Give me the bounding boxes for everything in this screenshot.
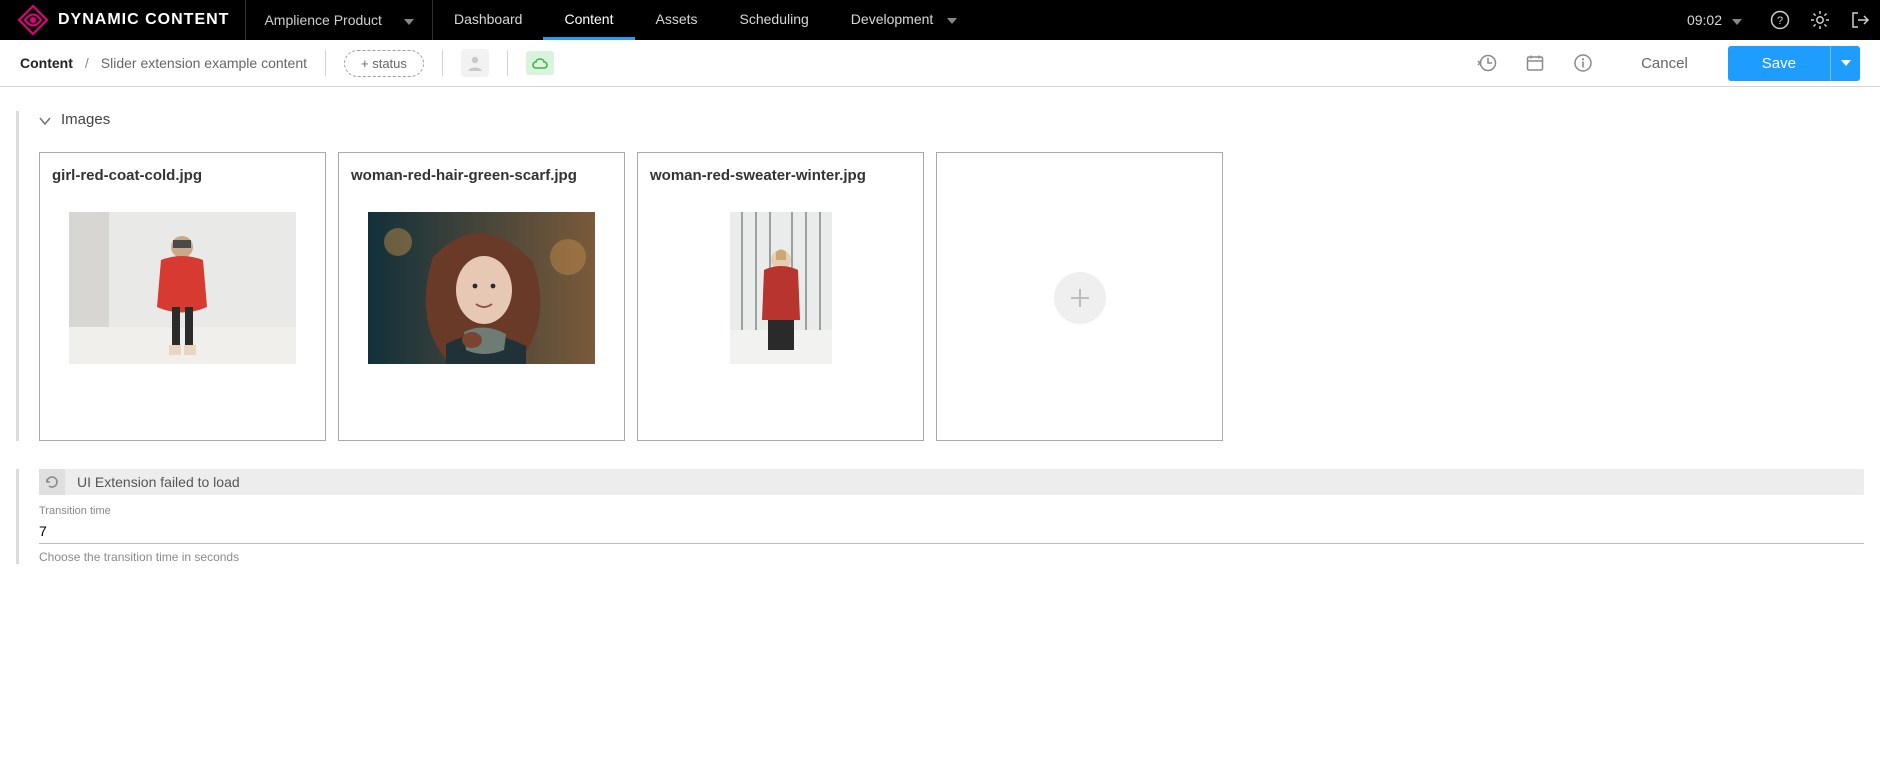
history-icon[interactable] — [1477, 53, 1497, 73]
exit-icon[interactable] — [1840, 10, 1880, 30]
images-section: Images girl-red-coat-cold.jpg — [16, 111, 1864, 441]
help-icon[interactable]: ? — [1760, 10, 1800, 30]
editor-body: Images girl-red-coat-cold.jpg — [0, 87, 1880, 588]
chevron-down-icon — [39, 112, 51, 129]
add-status-chip[interactable]: + status — [344, 50, 424, 77]
field-label-transition: Transition time — [39, 505, 1864, 517]
editor-toolbar: Content / Slider extension example conte… — [0, 40, 1880, 87]
divider — [507, 50, 508, 76]
plus-icon — [1054, 272, 1106, 324]
nav-label: Assets — [656, 11, 698, 27]
nav-content[interactable]: Content — [543, 0, 634, 40]
save-button[interactable]: Save — [1728, 46, 1830, 81]
gear-icon[interactable] — [1800, 10, 1840, 30]
breadcrumb-current: Slider extension example content — [101, 55, 307, 71]
transition-section: UI Extension failed to load Transition t… — [16, 469, 1864, 564]
chevron-down-icon — [404, 12, 414, 28]
extension-error-bar: UI Extension failed to load — [39, 469, 1864, 495]
breadcrumb-root[interactable]: Content — [20, 55, 73, 71]
cancel-button[interactable]: Cancel — [1641, 55, 1688, 72]
nav-label: Scheduling — [740, 11, 809, 27]
image-filename: girl-red-coat-cold.jpg — [52, 167, 313, 184]
save-button-group: Save — [1728, 46, 1860, 81]
svg-text:?: ? — [1777, 15, 1783, 27]
image-filename: woman-red-sweater-winter.jpg — [650, 167, 911, 184]
section-toggle-images[interactable]: Images — [39, 111, 1864, 128]
divider — [325, 50, 326, 76]
image-thumbnail — [730, 212, 832, 364]
section-title: Images — [61, 111, 110, 128]
nav-dashboard[interactable]: Dashboard — [433, 0, 544, 40]
extension-error-message: UI Extension failed to load — [77, 474, 240, 490]
add-image-card[interactable] — [936, 152, 1223, 441]
nav-development[interactable]: Development — [830, 0, 979, 40]
image-thumbnail — [69, 212, 296, 364]
brand-name: DYNAMIC CONTENT — [58, 11, 229, 29]
chevron-down-icon — [947, 11, 957, 27]
nav-label: Development — [851, 11, 934, 27]
image-thumbnail — [368, 212, 595, 364]
brand-logo-icon — [16, 3, 50, 37]
clock-time: 09:02 — [1687, 12, 1722, 28]
image-cards: girl-red-coat-cold.jpg — [39, 152, 1864, 441]
info-icon[interactable] — [1573, 53, 1593, 73]
divider — [442, 50, 443, 76]
image-filename: woman-red-hair-green-scarf.jpg — [351, 167, 612, 184]
reload-icon[interactable] — [39, 469, 65, 495]
calendar-icon[interactable] — [1525, 53, 1545, 73]
topbar-utility-icons: ? — [1760, 0, 1880, 40]
nav-assets[interactable]: Assets — [635, 0, 719, 40]
image-card[interactable]: girl-red-coat-cold.jpg — [39, 152, 326, 441]
image-card[interactable]: woman-red-sweater-winter.jpg — [637, 152, 924, 441]
field-help-transition: Choose the transition time in seconds — [39, 550, 1864, 564]
chevron-down-icon — [1732, 12, 1742, 28]
clock[interactable]: 09:02 — [1669, 0, 1760, 40]
brand: DYNAMIC CONTENT — [0, 0, 246, 40]
assignee-icon[interactable] — [461, 49, 489, 77]
hub-selector[interactable]: Amplience Product — [246, 0, 433, 40]
hub-name: Amplience Product — [264, 12, 382, 28]
nav-label: Content — [564, 11, 613, 27]
top-bar: DYNAMIC CONTENT Amplience Product Dashbo… — [0, 0, 1880, 40]
nav-scheduling[interactable]: Scheduling — [719, 0, 830, 40]
nav-label: Dashboard — [454, 11, 523, 27]
image-card[interactable]: woman-red-hair-green-scarf.jpg — [338, 152, 625, 441]
save-menu-button[interactable] — [1830, 46, 1860, 81]
sync-status-icon[interactable] — [526, 51, 554, 75]
breadcrumb-separator: / — [85, 55, 89, 71]
primary-nav: Dashboard Content Assets Scheduling Deve… — [433, 0, 978, 40]
editor-meta-icons — [1477, 53, 1593, 73]
transition-time-input[interactable] — [39, 517, 1864, 544]
